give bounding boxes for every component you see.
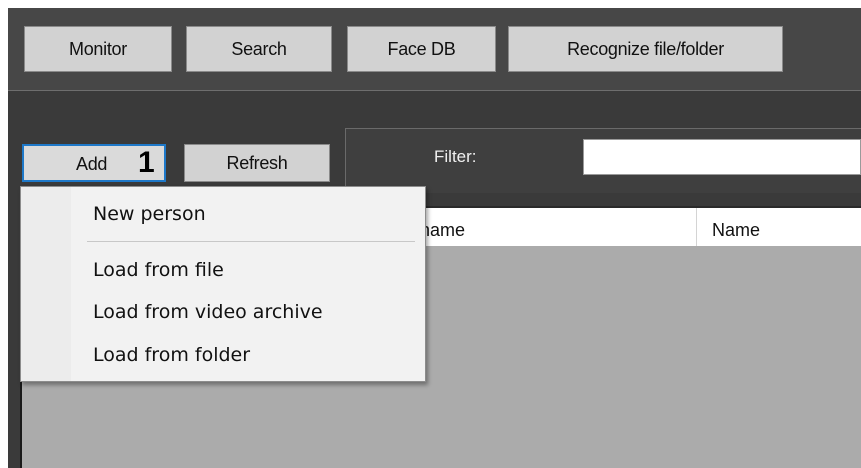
menu-item-new-person[interactable]: New person [93, 203, 206, 225]
filter-label: Filter: [434, 147, 477, 166]
menu-item-load-from-file[interactable]: Load from file [93, 259, 224, 281]
monitor-button-label: Monitor [69, 38, 127, 59]
menu-separator [87, 241, 415, 242]
face-db-button-label: Face DB [387, 38, 456, 59]
filter-input[interactable] [583, 139, 861, 175]
refresh-button-label: Refresh [226, 152, 288, 173]
recognize-button-label: Recognize file/folder [567, 38, 724, 59]
search-button-label: Search [231, 38, 287, 59]
column-header-name[interactable]: Name [712, 220, 760, 241]
add-dropdown-menu: New person Load from file Load from vide… [20, 186, 426, 382]
add-button[interactable]: Add 1 [22, 144, 166, 182]
refresh-button[interactable]: Refresh [184, 144, 330, 182]
menu-item-load-from-folder[interactable]: Load from folder [93, 344, 250, 366]
menu-item-load-from-video-archive[interactable]: Load from video archive [93, 301, 323, 323]
face-db-button[interactable]: Face DB [347, 26, 496, 72]
monitor-button[interactable]: Monitor [24, 26, 172, 72]
column-divider[interactable] [696, 208, 697, 246]
column-header-surname[interactable]: name [420, 220, 465, 241]
recognize-file-folder-button[interactable]: Recognize file/folder [508, 26, 783, 72]
search-button[interactable]: Search [186, 26, 332, 72]
add-button-label: Add [76, 154, 108, 174]
menu-icon-gutter [21, 187, 71, 381]
toolbar-divider [8, 90, 861, 91]
callout-number-badge: 1 [138, 146, 155, 179]
